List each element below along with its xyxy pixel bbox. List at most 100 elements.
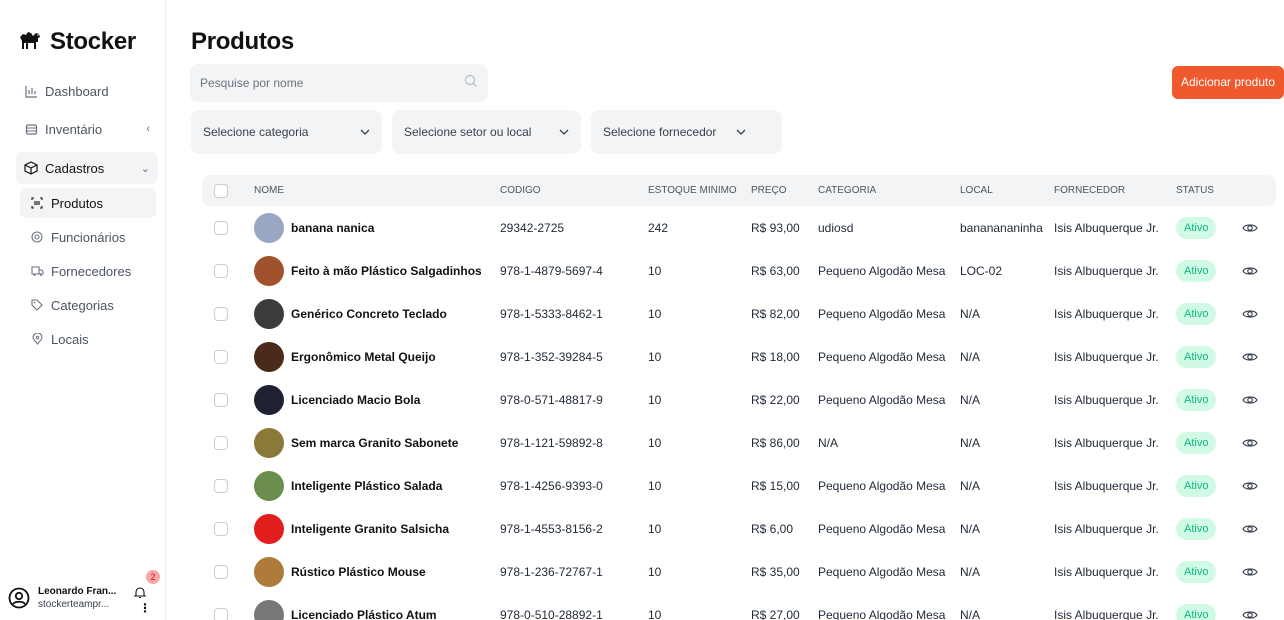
view-cell — [1242, 464, 1258, 507]
sidebar-item-inventario[interactable]: Inventário ‹ — [16, 114, 158, 144]
category-select[interactable]: Selecione categoria — [191, 110, 382, 154]
eye-icon[interactable] — [1242, 478, 1258, 494]
product-name: Licenciado Plástico Atum — [291, 607, 437, 620]
table-row[interactable]: Inteligente Granito Salsicha 978-1-4553-8… — [202, 507, 1276, 550]
header-supplier[interactable]: FORNECEDOR — [1054, 175, 1125, 206]
table-row[interactable]: Ergonômico Metal Queijo 978-1-352-39284-5… — [202, 335, 1276, 378]
header-min-stock[interactable]: ESTOQUE MINIMO — [648, 175, 737, 206]
search-box[interactable] — [190, 64, 488, 102]
eye-icon[interactable] — [1242, 521, 1258, 537]
checkbox[interactable] — [214, 183, 228, 198]
eye-icon[interactable] — [1242, 220, 1258, 236]
table-row[interactable]: banana nanica 29342-2725 242 R$ 93,00 udiosd… — [202, 206, 1276, 249]
eye-icon[interactable] — [1242, 564, 1258, 580]
location-select[interactable]: Selecione setor ou local — [392, 110, 581, 154]
header-category[interactable]: CATEGORIA — [818, 175, 876, 206]
eye-icon[interactable] — [1242, 607, 1258, 620]
product-min-stock: 10 — [648, 306, 662, 321]
row-checkbox[interactable] — [214, 478, 228, 493]
select-all-checkbox[interactable] — [214, 175, 228, 206]
product-price: R$ 86,00 — [751, 435, 800, 450]
eye-icon[interactable] — [1242, 349, 1258, 365]
status-cell: Ativo — [1176, 507, 1217, 550]
sidebar-item-label: Cadastros — [45, 160, 105, 176]
header-price[interactable]: PREÇO — [751, 175, 787, 206]
product-supplier: Isis Albuquerque Jr. — [1054, 435, 1159, 450]
supplier-select[interactable]: Selecione fornecedor — [591, 110, 782, 154]
location-select-label: Selecione setor ou local — [404, 125, 532, 139]
product-name: Sem marca Granito Sabonete — [291, 435, 459, 450]
view-cell — [1242, 507, 1258, 550]
header-name[interactable]: NOME — [254, 175, 284, 206]
sidebar-item-cadastros[interactable]: Cadastros ⌄ — [16, 152, 158, 184]
products-table: NOME CODIGO ESTOQUE MINIMO PREÇO CATEGOR… — [202, 175, 1276, 620]
eye-icon[interactable] — [1242, 392, 1258, 408]
product-category: Pequeno Algodão Mesa — [818, 521, 946, 536]
row-checkbox[interactable] — [214, 435, 228, 450]
inventory-icon — [24, 122, 38, 136]
sidebar-subitem-funcionarios[interactable]: Funcionários — [20, 222, 156, 252]
search-icon[interactable] — [464, 74, 478, 93]
notification-badge: 2 — [146, 570, 160, 584]
user-email: stockerteampr... — [38, 599, 110, 610]
status-badge: Ativo — [1176, 388, 1217, 411]
search-input[interactable] — [200, 76, 450, 90]
row-checkbox[interactable] — [214, 607, 228, 620]
product-category: udiosd — [818, 220, 854, 235]
row-checkbox[interactable] — [214, 392, 228, 407]
product-thumbnail — [254, 470, 284, 501]
table-row[interactable]: Inteligente Plástico Salada 978-1-4256-93… — [202, 464, 1276, 507]
more-vertical-icon[interactable]: ⋮ — [139, 602, 151, 614]
table-row[interactable]: Sem marca Granito Sabonete 978-1-121-5989… — [202, 421, 1276, 464]
row-checkbox-cell — [214, 550, 228, 593]
eye-icon[interactable] — [1242, 435, 1258, 451]
user-card[interactable]: Leonardo Fran... stockerteampr... 2 ⋮ — [8, 570, 160, 618]
product-min-stock: 10 — [648, 349, 662, 364]
status-badge: Ativo — [1176, 474, 1217, 497]
product-thumbnail — [254, 298, 284, 329]
row-checkbox[interactable] — [214, 220, 228, 235]
product-min-stock: 242 — [648, 220, 669, 235]
product-thumbnail — [254, 427, 284, 458]
row-checkbox[interactable] — [214, 306, 228, 321]
table-row[interactable]: Genérico Concreto Teclado 978-1-5333-8462… — [202, 292, 1276, 335]
sidebar-subitem-produtos[interactable]: Produtos — [20, 188, 156, 218]
sidebar-subitem-locais[interactable]: Locais — [20, 324, 156, 354]
chevron-down-icon — [559, 127, 569, 138]
eye-icon[interactable] — [1242, 306, 1258, 322]
sidebar-subitem-fornecedores[interactable]: Fornecedores — [20, 256, 156, 286]
bell-icon[interactable] — [133, 586, 148, 600]
sidebar-subitem-categorias[interactable]: Categorias — [20, 290, 156, 320]
sidebar-item-label: Categorias — [51, 297, 114, 313]
table-row[interactable]: Feito à mão Plástico Salgadinhos 978-1-48… — [202, 249, 1276, 292]
product-supplier: Isis Albuquerque Jr. — [1054, 306, 1159, 321]
header-code[interactable]: CODIGO — [500, 175, 541, 206]
product-price: R$ 22,00 — [751, 392, 800, 407]
product-thumbnail — [254, 513, 284, 544]
product-supplier: Isis Albuquerque Jr. — [1054, 521, 1159, 536]
view-cell — [1242, 249, 1258, 292]
header-location[interactable]: LOCAL — [960, 175, 993, 206]
table-row[interactable]: Licenciado Plástico Atum 978-0-510-28892-… — [202, 593, 1276, 620]
product-location: N/A — [960, 306, 981, 321]
row-checkbox[interactable] — [214, 521, 228, 536]
brand[interactable]: Stocker — [18, 28, 136, 56]
status-cell: Ativo — [1176, 550, 1217, 593]
product-code: 29342-2725 — [500, 220, 565, 235]
add-product-button[interactable]: Adicionar produto — [1172, 66, 1284, 99]
row-checkbox[interactable] — [214, 564, 228, 579]
product-thumbnail — [254, 599, 284, 620]
status-badge: Ativo — [1176, 431, 1217, 454]
product-category: Pequeno Algodão Mesa — [818, 392, 946, 407]
table-row[interactable]: Rústico Plástico Mouse 978-1-236-72767-1 1… — [202, 550, 1276, 593]
product-price: R$ 15,00 — [751, 478, 800, 493]
sidebar-item-label: Dashboard — [45, 83, 109, 99]
row-checkbox[interactable] — [214, 263, 228, 278]
product-location: N/A — [960, 607, 981, 620]
product-category: Pequeno Algodão Mesa — [818, 607, 946, 620]
header-status[interactable]: STATUS — [1176, 175, 1214, 206]
row-checkbox[interactable] — [214, 349, 228, 364]
sidebar-item-dashboard[interactable]: Dashboard — [16, 76, 158, 106]
eye-icon[interactable] — [1242, 263, 1258, 279]
table-row[interactable]: Licenciado Macio Bola 978-0-571-48817-9 10… — [202, 378, 1276, 421]
